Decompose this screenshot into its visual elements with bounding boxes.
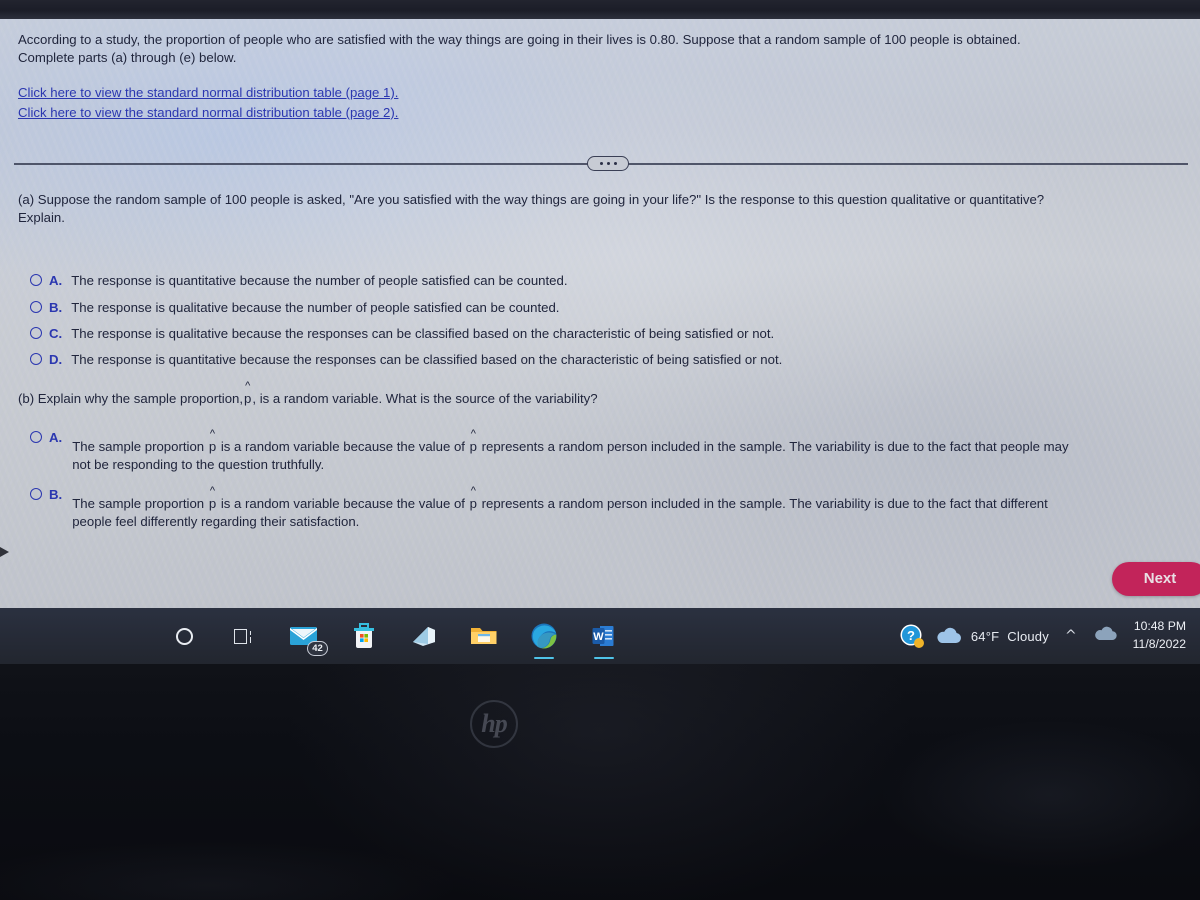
laptop-screen-photo: According to a study, the proportion of …: [0, 0, 1200, 900]
option-label: The sample proportion ^ p is a random var…: [72, 429, 1069, 474]
radio-button-icon[interactable]: [30, 353, 42, 365]
taskbar-date: 11/8/2022: [1132, 637, 1186, 651]
hat-accent: ^: [209, 485, 216, 497]
normal-table-page1-link[interactable]: Click here to view the standard normal d…: [18, 83, 398, 103]
option-text-mid: is a random variable because the value o…: [217, 496, 469, 511]
laptop-bottom-bezel: [0, 664, 1200, 900]
p-letter: p: [469, 439, 477, 454]
part-b-question-prefix: (b) Explain why the sample proportion,: [18, 391, 244, 406]
p-letter: p: [244, 391, 252, 406]
problem-statement-line-1: According to a study, the proportion of …: [18, 32, 1021, 47]
chevron-up-icon[interactable]: ^: [1059, 628, 1083, 644]
cortana-icon: [175, 627, 193, 645]
part-a-option-d[interactable]: D. The response is quantitative because …: [30, 351, 1180, 369]
p-letter: p: [208, 496, 217, 511]
option-letter: A.: [49, 273, 63, 288]
problem-statement-line-2: Complete parts (a) through (e) below.: [18, 49, 237, 65]
radio-button-icon[interactable]: [30, 301, 42, 313]
option-letter: D.: [49, 352, 63, 367]
office-icon: [413, 627, 435, 646]
system-tray: ? 64°F Cloudy ^ 10:48 PM 11/8/2022: [899, 608, 1200, 664]
part-a-question-line-1: (a) Suppose the random sample of 100 peo…: [18, 192, 1045, 207]
monitor-top-bezel: [0, 0, 1200, 19]
reference-links: Click here to view the standard normal d…: [18, 83, 398, 123]
normal-table-page2-link[interactable]: Click here to view the standard normal d…: [18, 103, 398, 123]
radio-button-icon[interactable]: [30, 431, 42, 443]
option-text-post: represents a random person included in t…: [477, 439, 1069, 454]
clock-and-date[interactable]: 10:48 PM 11/8/2022: [1129, 618, 1192, 653]
part-a-option-a[interactable]: A. The response is quantitative because …: [30, 272, 1180, 290]
radio-button-icon[interactable]: [30, 327, 42, 339]
p-hat-symbol: ^ p: [208, 486, 217, 513]
option-label: The response is qualitative because the …: [71, 326, 775, 341]
hat-accent: ^: [470, 428, 476, 440]
next-button[interactable]: Next: [1112, 562, 1200, 596]
hat-accent: ^: [245, 380, 251, 392]
option-label: The response is quantitative because the…: [71, 352, 783, 367]
task-view-icon: [234, 628, 254, 644]
part-a-question: (a) Suppose the random sample of 100 peo…: [18, 191, 1198, 227]
homework-page: According to a study, the proportion of …: [0, 19, 1200, 608]
cloud-icon: [937, 627, 961, 643]
problem-statement: According to a study, the proportion of …: [18, 31, 1188, 67]
taskbar-item-office[interactable]: [402, 610, 446, 662]
taskbar-item-microsoft-edge[interactable]: [522, 610, 566, 662]
taskbar-item-word[interactable]: W: [582, 610, 626, 662]
svg-text:W: W: [593, 631, 604, 643]
p-hat-symbol: ^ p: [469, 429, 478, 456]
scroll-arrow-icon: [0, 547, 9, 557]
p-hat-symbol: ^ p: [208, 429, 217, 456]
hat-accent: ^: [470, 485, 476, 497]
option-text-line-2: people feel differently regarding their …: [72, 513, 360, 529]
svg-text:?: ?: [907, 628, 915, 643]
weather-temperature: 64°F: [970, 628, 1000, 644]
taskbar-item-task-view[interactable]: [222, 610, 266, 662]
hp-brand-logo: hp: [470, 700, 518, 748]
taskbar-pinned-items: 42 W: [0, 608, 626, 664]
taskbar-item-mail[interactable]: 42: [282, 610, 328, 662]
part-b-question-suffix: , is a random variable. What is the sour…: [252, 391, 598, 406]
hat-accent: ^: [209, 428, 216, 440]
option-text-post: represents a random person included in t…: [477, 496, 1048, 511]
part-a-option-b[interactable]: B. The response is qualitative because t…: [30, 299, 1180, 317]
p-letter: p: [469, 496, 477, 511]
option-letter: A.: [49, 430, 63, 445]
radio-button-icon[interactable]: [30, 488, 42, 500]
onedrive-cloud-icon[interactable]: [1093, 625, 1119, 648]
microsoft-store-icon: [354, 623, 374, 648]
taskbar-item-microsoft-store[interactable]: [342, 610, 386, 662]
p-hat-symbol: ^ p: [243, 381, 252, 408]
taskbar-time: 10:48 PM: [1133, 619, 1186, 634]
option-text-mid: is a random variable because the value o…: [217, 439, 469, 454]
taskbar-item-cortana[interactable]: [162, 610, 206, 662]
p-hat-symbol: ^ p: [469, 486, 478, 513]
option-text-pre: The sample proportion: [72, 496, 208, 511]
word-icon: W: [592, 626, 614, 646]
p-letter: p: [208, 439, 217, 454]
windows-taskbar: 42 W ? 64°F Cloudy ^ 10:48 PM 11/8/2022: [0, 608, 1200, 664]
option-letter: B.: [49, 487, 63, 502]
option-letter: B.: [49, 300, 63, 315]
option-text-line-2: not be responding to the question truthf…: [72, 456, 325, 472]
file-explorer-icon: [471, 628, 497, 644]
part-a-question-line-2: Explain.: [18, 209, 65, 225]
option-label: The sample proportion ^ p is a random var…: [72, 486, 1048, 531]
part-a-option-c[interactable]: C. The response is qualitative because t…: [30, 325, 1180, 343]
part-b-option-b[interactable]: B. The sample proportion ^ p is a random …: [30, 486, 1195, 531]
radio-button-icon[interactable]: [30, 274, 42, 286]
taskbar-item-file-explorer[interactable]: [462, 610, 506, 662]
option-letter: C.: [49, 326, 63, 341]
weather-widget[interactable]: 64°F Cloudy: [935, 626, 1049, 646]
screen-content-area: According to a study, the proportion of …: [0, 19, 1200, 608]
part-b-question: (b) Explain why the sample proportion, ^…: [18, 381, 598, 408]
part-b-option-a[interactable]: A. The sample proportion ^ p is a random …: [30, 429, 1195, 474]
weather-condition: Cloudy: [1007, 628, 1049, 644]
option-text-pre: The sample proportion: [72, 439, 208, 454]
ellipsis-horizontal-icon[interactable]: [587, 156, 629, 171]
option-label: The response is quantitative because the…: [71, 273, 568, 288]
help-question-icon[interactable]: ?: [899, 623, 925, 649]
option-label: The response is qualitative because the …: [71, 300, 560, 315]
mail-unread-badge: 42: [307, 641, 328, 656]
microsoft-edge-icon: [531, 623, 557, 649]
